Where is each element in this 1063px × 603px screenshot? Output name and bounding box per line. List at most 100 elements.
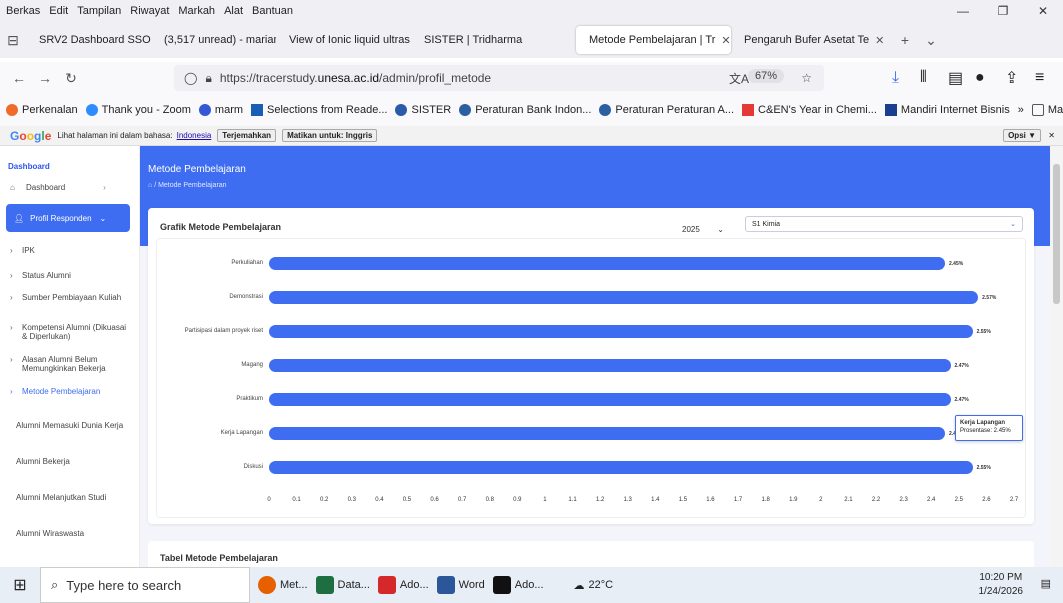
tab-label: SISTER | Tridharma [424, 34, 523, 46]
scrollbar[interactable] [1050, 146, 1063, 567]
translate-button[interactable]: Terjemahkan [217, 129, 277, 142]
reload-icon[interactable]: ↻ [58, 70, 84, 87]
restore-icon[interactable]: ❐ [983, 0, 1023, 22]
tab-srv2[interactable]: SRV2 Dashboard SSO | Si✕ [26, 26, 151, 54]
menu-icon[interactable]: ≡ [1035, 69, 1044, 87]
tab-label: Metode Pembelajaran | Tr [589, 34, 716, 46]
bookmark-item[interactable]: marm [198, 104, 243, 116]
minimize-icon[interactable]: — [943, 0, 983, 22]
taskbar-search[interactable]: ⌕ Type here to search [40, 567, 250, 603]
close-icon[interactable]: ✕ [1048, 131, 1055, 140]
translate-icon[interactable]: 文A [729, 70, 749, 87]
tab-bufer[interactable]: Pengaruh Bufer Asetat Te ✕ [731, 26, 886, 54]
tab-list-icon[interactable]: ⊟ [0, 32, 26, 49]
home-icon[interactable]: ⌂ [148, 182, 152, 189]
tab-sister[interactable]: SISTER | Tridharma✕ [416, 26, 576, 54]
x-tick-label: 1.9 [789, 497, 798, 503]
bookmark-item[interactable]: Peraturan Bank Indon... [459, 104, 591, 116]
bookmark-item[interactable]: Peraturan Peraturan A... [599, 104, 734, 116]
menu-berkas[interactable]: Berkas [6, 5, 40, 17]
bar[interactable] [269, 257, 946, 270]
app-excel[interactable]: Data... [315, 576, 370, 594]
bar[interactable] [269, 427, 946, 440]
menu-tampilan[interactable]: Tampilan [77, 5, 121, 17]
extensions-icon[interactable]: ⇪ [1005, 68, 1018, 88]
sidebar-item-wiraswasta[interactable]: Alumni Wiraswasta [0, 529, 139, 559]
close-tab-icon[interactable]: ✕ [721, 34, 730, 47]
tab-label: Pengaruh Bufer Asetat Te [744, 34, 870, 46]
tab-bar: ⊟ SRV2 Dashboard SSO | Si✕ (3,517 unread… [0, 22, 1063, 58]
chevron-right-icon[interactable]: » [1018, 104, 1024, 116]
app-adobe[interactable]: Ado... [492, 576, 544, 594]
menu-alat[interactable]: Alat [224, 5, 243, 17]
sidebar-item-dashboard[interactable]: ⌂ Dashboard › [0, 183, 139, 192]
sidebar-item-profil[interactable]: 👤︎ Profil Responden ⌄ [6, 204, 130, 232]
bookmark-item[interactable]: C&EN's Year in Chemi... [742, 104, 877, 116]
bookmark-item[interactable]: Thank you - Zoom [85, 104, 191, 116]
tab-ionic[interactable]: View of Ionic liquid ultras✕ [276, 26, 416, 54]
app-word[interactable]: Word [436, 576, 485, 594]
sidebar-item-status[interactable]: › Status Alumni [0, 271, 139, 293]
chevron-down-icon[interactable]: ⌄ [918, 32, 944, 49]
windows-start-icon[interactable]: ⊞ [0, 575, 40, 595]
language-select[interactable]: Indonesia [177, 131, 212, 140]
app-firefox[interactable]: Met... [258, 576, 308, 594]
bar[interactable] [269, 291, 979, 304]
bookmark-folder[interactable]: Markah Lain [1031, 104, 1063, 116]
sidebar-item-label: Alumni Melanjutkan Studi [16, 493, 107, 502]
chart-tooltip: Kerja Lapangan Prosentase: 2.45% [955, 415, 1023, 441]
sidebar-item-ipk[interactable]: › IPK [0, 246, 139, 271]
bar[interactable] [269, 325, 973, 338]
sidebar-item-kompetensi[interactable]: › Kompetensi Alumni (Dikuasai & Diperluka… [0, 323, 139, 355]
sidebar-item-melanjutkan[interactable]: Alumni Melanjutkan Studi [0, 493, 139, 529]
bar-chart: Perkuliahan 2.45% Demonstrasi 2.57% Partisip… [156, 238, 1026, 518]
sidebar-item-alasan[interactable]: › Alasan Alumni Belum Memungkinkan Bekerj… [0, 355, 139, 387]
lock-icon: 🔒︎ [205, 70, 212, 85]
weather-widget[interactable]: ☁ 22°C [574, 579, 614, 592]
library-icon[interactable]: ⫴ [920, 69, 927, 87]
x-tick-label: 2.2 [871, 497, 881, 503]
new-tab-icon[interactable]: + [892, 32, 918, 48]
year-select[interactable]: 2025 ⌄ [678, 220, 728, 238]
taskbar: ⊞ ⌕ Type here to search Met... Data... Ad… [0, 567, 1063, 603]
bookmark-item[interactable]: Mandiri Internet Bisnis [884, 104, 1010, 116]
bookmark-item[interactable]: Perkenalan [6, 104, 78, 116]
sidebar-item-sumber[interactable]: › Sumber Pembiayaan Kuliah [0, 293, 139, 323]
scrollbar-thumb[interactable] [1053, 164, 1060, 304]
options-button[interactable]: Opsi ▼ [1003, 129, 1041, 142]
sidebar-item-bekerja[interactable]: Alumni Bekerja [0, 457, 139, 493]
sidebar-item-metode[interactable]: › Metode Pembelajaran [0, 387, 139, 421]
bar-label: Demonstrasi [229, 294, 263, 300]
notification-icon[interactable]: ▤ [1041, 577, 1051, 590]
program-select[interactable]: S1 Kimia ⌄ [745, 216, 1023, 232]
bar[interactable] [269, 359, 951, 372]
sidebar-item-label: Metode Pembelajaran [22, 387, 101, 396]
x-tick-label: 0.5 [402, 497, 412, 503]
main-content: Metode Pembelajaran ⌂ / Metode Pembelaja… [140, 146, 1050, 567]
back-icon[interactable]: ← [6, 70, 32, 86]
sidebar-icon[interactable]: ▤ [948, 68, 963, 88]
bookmark-item[interactable]: Selections from Reade... [251, 104, 387, 116]
star-icon[interactable]: ☆ [801, 71, 812, 85]
account-icon[interactable]: ● [975, 69, 985, 87]
menu-riwayat[interactable]: Riwayat [130, 5, 169, 17]
download-icon[interactable]: ⤓ [892, 69, 899, 87]
menu-edit[interactable]: Edit [49, 5, 68, 17]
tab-metode[interactable]: Metode Pembelajaran | Tr ✕ [576, 26, 731, 54]
bar[interactable] [269, 393, 951, 406]
menu-markah[interactable]: Markah [178, 5, 215, 17]
forward-icon[interactable]: → [32, 70, 58, 86]
menu-bantuan[interactable]: Bantuan [252, 5, 293, 17]
app-acrobat[interactable]: Ado... [377, 576, 429, 594]
turn-off-button[interactable]: Matikan untuk: Inggris [282, 129, 378, 142]
close-icon[interactable]: ✕ [1023, 0, 1063, 22]
clock[interactable]: 10:20 PM 1/24/2026 [979, 571, 1024, 599]
zoom-level[interactable]: 67% [747, 69, 784, 83]
tab-mail[interactable]: (3,517 unread) - mariamo✕ [151, 26, 276, 54]
address-bar[interactable]: ◯ 🔒︎ https://tracerstudy.unesa.ac.id/adm… [174, 65, 824, 91]
sidebar-item-memasuki[interactable]: Alumni Memasuki Dunia Kerja [0, 421, 139, 457]
bar[interactable] [269, 461, 973, 474]
close-tab-icon[interactable]: ✕ [875, 34, 884, 47]
bookmark-item[interactable]: SISTER [395, 104, 451, 116]
bar-value-label: 2.47% [954, 397, 969, 403]
